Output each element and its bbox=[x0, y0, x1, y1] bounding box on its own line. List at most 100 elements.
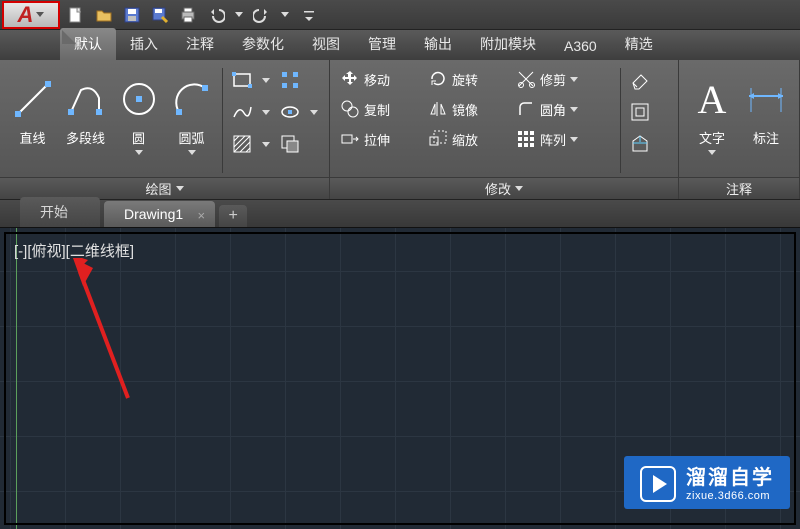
arc-button[interactable]: 圆弧 bbox=[165, 64, 218, 177]
chevron-down-icon bbox=[570, 137, 578, 142]
array-button[interactable]: 阵列 bbox=[512, 124, 616, 154]
offset-icon bbox=[629, 101, 651, 123]
rectangle-dropdown[interactable] bbox=[257, 66, 275, 94]
watermark: 溜溜自学 zixue.3d66.com bbox=[624, 456, 790, 509]
tab-a360[interactable]: A360 bbox=[550, 32, 611, 60]
menu-bar-icon bbox=[302, 8, 316, 22]
qat-undo-dropdown[interactable] bbox=[230, 1, 248, 29]
chevron-down-icon bbox=[708, 150, 716, 155]
tab-insert[interactable]: 插入 bbox=[116, 28, 172, 60]
fillet-button[interactable]: 圆角 bbox=[512, 94, 616, 124]
text-label: 文字 bbox=[699, 128, 725, 147]
tab-annotate[interactable]: 注释 bbox=[172, 28, 228, 60]
undo-icon bbox=[207, 6, 225, 24]
close-icon[interactable]: × bbox=[198, 208, 206, 223]
text-button[interactable]: A 文字 bbox=[685, 64, 739, 177]
quick-access-toolbar: A bbox=[0, 0, 800, 30]
panel-annotate: A 文字 标注 注释 bbox=[679, 60, 800, 199]
print-icon bbox=[179, 6, 197, 24]
polyline-button[interactable]: 多段线 bbox=[59, 64, 112, 177]
chevron-down-icon bbox=[188, 150, 196, 155]
hatch-icon bbox=[231, 133, 253, 155]
stretch-icon bbox=[340, 129, 360, 149]
ellipse-button[interactable] bbox=[228, 98, 256, 126]
stretch-button[interactable]: 拉伸 bbox=[336, 124, 424, 154]
qat-redo-dropdown[interactable] bbox=[276, 1, 294, 29]
file-tab-start[interactable]: 开始 bbox=[20, 197, 100, 227]
grip-icon bbox=[279, 69, 301, 91]
app-logo-letter: A bbox=[18, 2, 34, 28]
watermark-logo bbox=[640, 466, 676, 502]
circle-button[interactable]: 圆 bbox=[112, 64, 165, 177]
chevron-down-icon bbox=[515, 186, 523, 191]
qat-redo-button[interactable] bbox=[250, 3, 274, 27]
tab-addons[interactable]: 附加模块 bbox=[466, 28, 550, 60]
panel-draw-title[interactable]: 绘图 bbox=[0, 177, 329, 199]
hatch-button[interactable] bbox=[228, 130, 256, 158]
misc-draw-2-button[interactable] bbox=[276, 98, 304, 126]
text-icon: A bbox=[698, 76, 727, 123]
tab-view[interactable]: 视图 bbox=[298, 28, 354, 60]
tab-manage[interactable]: 管理 bbox=[354, 28, 410, 60]
ribbon: 直线 多段线 圆 圆弧 bbox=[0, 60, 800, 200]
spline-icon bbox=[231, 101, 253, 123]
watermark-url: zixue.3d66.com bbox=[686, 490, 774, 503]
chevron-down-icon bbox=[310, 110, 318, 115]
misc-draw-2-dropdown[interactable] bbox=[305, 98, 323, 126]
chevron-down-icon bbox=[36, 12, 44, 17]
line-button[interactable]: 直线 bbox=[6, 64, 59, 177]
chevron-down-icon bbox=[235, 12, 243, 17]
dimension-label: 标注 bbox=[753, 128, 779, 147]
qat-new-button[interactable] bbox=[64, 3, 88, 27]
new-tab-button[interactable]: + bbox=[219, 205, 247, 227]
panel-modify: 移动 复制 拉伸 旋转 镜像 缩放 修剪 圆角 阵列 修改 bbox=[330, 60, 679, 199]
explode-button[interactable] bbox=[626, 98, 654, 126]
tab-output[interactable]: 输出 bbox=[410, 28, 466, 60]
chevron-down-icon bbox=[262, 110, 270, 115]
qat-saveas-button[interactable] bbox=[148, 3, 172, 27]
move-button[interactable]: 移动 bbox=[336, 64, 424, 94]
ribbon-tabs: 默认 插入 注释 参数化 视图 管理 输出 附加模块 A360 精选 bbox=[0, 30, 800, 60]
redo-icon bbox=[253, 6, 271, 24]
open-icon bbox=[95, 6, 113, 24]
tab-featured[interactable]: 精选 bbox=[611, 28, 667, 60]
fillet-icon bbox=[516, 99, 536, 119]
ellipse-dropdown[interactable] bbox=[257, 98, 275, 126]
qat-undo-button[interactable] bbox=[204, 3, 228, 27]
qat-customize-button[interactable] bbox=[300, 1, 318, 29]
misc-draw-1-button[interactable] bbox=[276, 66, 304, 94]
tab-parametric[interactable]: 参数化 bbox=[228, 28, 298, 60]
qat-save-button[interactable] bbox=[120, 3, 144, 27]
rotate-button[interactable]: 旋转 bbox=[424, 64, 512, 94]
rotate-icon bbox=[428, 69, 448, 89]
polyline-label: 多段线 bbox=[66, 128, 105, 147]
chevron-down-icon bbox=[262, 78, 270, 83]
misc-draw-3-button[interactable] bbox=[276, 130, 304, 158]
qat-print-button[interactable] bbox=[176, 3, 200, 27]
copy-button[interactable]: 复制 bbox=[336, 94, 424, 124]
chevron-down-icon bbox=[135, 150, 143, 155]
dimension-button[interactable]: 标注 bbox=[739, 64, 793, 177]
trim-button[interactable]: 修剪 bbox=[512, 64, 616, 94]
drawing-canvas[interactable]: [-][俯视][二维线框] 溜溜自学 zixue.3d66.com bbox=[0, 228, 800, 529]
erase-button[interactable] bbox=[626, 66, 654, 94]
mirror-icon bbox=[428, 99, 448, 119]
play-icon bbox=[653, 475, 667, 493]
chevron-down-icon bbox=[262, 142, 270, 147]
scale-icon bbox=[428, 129, 448, 149]
app-menu-button[interactable]: A bbox=[2, 1, 60, 29]
file-tab-drawing1[interactable]: Drawing1 × bbox=[104, 201, 215, 227]
save-icon bbox=[123, 6, 141, 24]
viewport-label[interactable]: [-][俯视][二维线框] bbox=[14, 240, 134, 261]
scale-button[interactable]: 缩放 bbox=[424, 124, 512, 154]
panel-annotate-title[interactable]: 注释 bbox=[679, 177, 799, 199]
offset-button[interactable] bbox=[626, 130, 654, 158]
rectangle-button[interactable] bbox=[228, 66, 256, 94]
chevron-down-icon bbox=[570, 77, 578, 82]
mirror-button[interactable]: 镜像 bbox=[424, 94, 512, 124]
chevron-down-icon bbox=[176, 186, 184, 191]
qat-open-button[interactable] bbox=[92, 3, 116, 27]
rectangle-icon bbox=[231, 69, 253, 91]
panel-modify-title[interactable]: 修改 bbox=[330, 177, 678, 199]
hatch-dropdown[interactable] bbox=[257, 130, 275, 158]
